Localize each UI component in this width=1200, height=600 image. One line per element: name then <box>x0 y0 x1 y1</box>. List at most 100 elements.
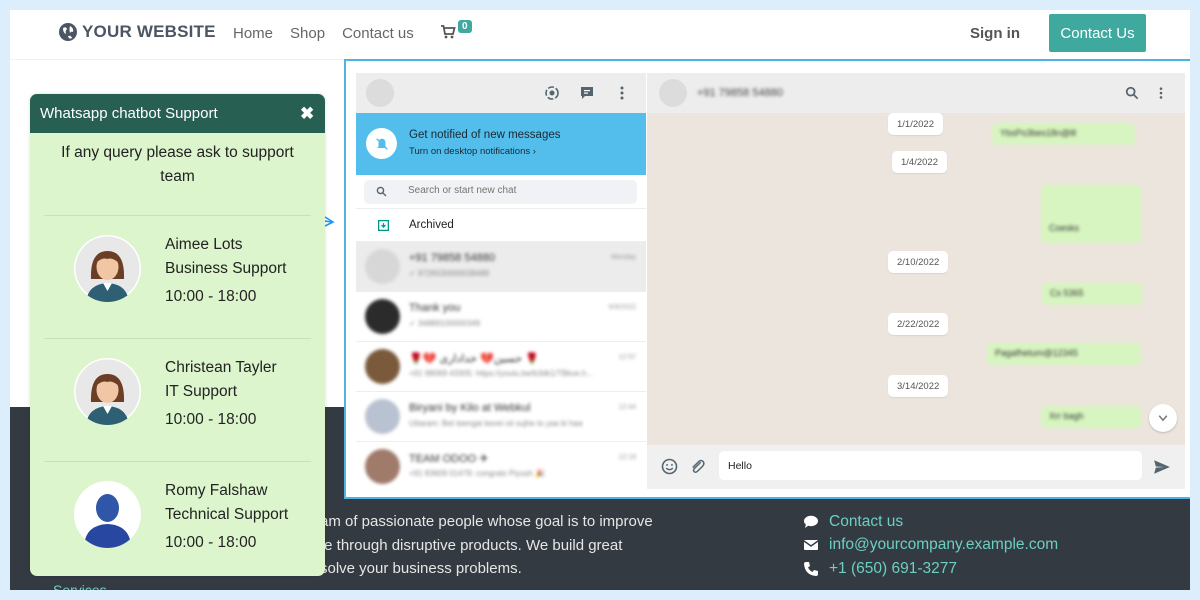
whatsapp-chatbot-widget: Whatsapp chatbot Support ✖ If any query … <box>30 94 325 576</box>
message-bubble: Cs 5365 <box>1042 283 1142 305</box>
search-input[interactable] <box>408 185 608 196</box>
about-line: solve your business problems. <box>320 560 522 577</box>
agent-name: Aimee Lots <box>165 236 243 253</box>
envelope-icon <box>803 540 819 551</box>
whatsapp-web-preview: Get notified of new messages Turn on des… <box>344 59 1190 499</box>
female-avatar-icon <box>74 358 141 425</box>
email-link[interactable]: info@yourcompany.example.com <box>829 536 1058 554</box>
chat-avatar <box>365 399 400 434</box>
cart-button[interactable]: 0 <box>440 20 472 45</box>
chat-search-bar <box>356 175 646 209</box>
chat-avatar <box>365 249 400 284</box>
support-agent-card[interactable]: Christean Tayler IT Support 10:00 - 18:0… <box>44 338 311 461</box>
logo-text: YOUR WEBSITE <box>82 22 216 41</box>
status-icon[interactable] <box>544 85 560 101</box>
agent-hours: 10:00 - 18:00 <box>165 288 257 305</box>
archived-row[interactable]: Archived <box>356 209 646 242</box>
services-link[interactable]: Services <box>53 582 107 590</box>
nav-contact[interactable]: Contact us <box>342 25 414 42</box>
chat-name: TEAM ODOO ✈ <box>409 453 489 465</box>
agent-role: Technical Support <box>165 505 289 523</box>
date-divider: 2/22/2022 <box>888 313 949 335</box>
chat-name: +91 79858 54880 <box>409 252 495 264</box>
support-agent-card[interactable]: Romy Falshaw Technical Support 10:00 - 1… <box>44 461 311 576</box>
chat-name: 🌹💔 حسین💔 خداداری 🌹 <box>409 353 539 365</box>
agent-info: Aimee Lots Business Support 10:00 - 18:0… <box>165 233 287 309</box>
contact-us-button[interactable]: Contact Us <box>1049 14 1146 52</box>
date-divider: 2/10/2022 <box>888 251 949 273</box>
sign-in-link[interactable]: Sign in <box>970 25 1020 42</box>
message-composer: Hello <box>647 445 1185 489</box>
scroll-down-button[interactable] <box>1149 404 1177 432</box>
chat-bubble-icon <box>804 515 818 528</box>
date-divider: 1/1/2022 <box>888 113 943 135</box>
profile-avatar[interactable] <box>366 79 394 107</box>
male-avatar-icon <box>74 481 141 548</box>
chat-avatar <box>365 349 400 384</box>
message-bubble: Coesks <box>1041 185 1141 243</box>
about-line: am of passionate people whose goal is to… <box>320 513 653 530</box>
emoji-icon[interactable] <box>661 458 678 475</box>
search-box[interactable] <box>364 180 637 204</box>
support-agent-card[interactable]: Aimee Lots Business Support 10:00 - 18:0… <box>44 215 311 338</box>
site-logo[interactable]: YOUR WEBSITE <box>58 22 216 42</box>
chat-avatar <box>365 449 400 484</box>
footer-email-row[interactable]: info@yourcompany.example.com <box>803 534 1058 558</box>
date-divider: 3/14/2022 <box>888 375 949 397</box>
about-line: fe through disruptive products. We build… <box>320 536 623 554</box>
message-bubble: Xrr bagh <box>1041 406 1141 428</box>
phone-link[interactable]: +1 (650) 691-3277 <box>829 560 957 578</box>
message-input[interactable]: Hello <box>719 451 1142 480</box>
main-nav: Home Shop Contact us <box>233 25 414 42</box>
footer-contact-row[interactable]: Contact us <box>803 510 1058 534</box>
chat-preview: Uttaram: Bet teengai kevei oii sujhe to … <box>409 419 583 428</box>
agent-info: Romy Falshaw Technical Support 10:00 - 1… <box>165 479 288 555</box>
widget-title: Whatsapp chatbot Support <box>40 105 218 122</box>
paperclip-icon[interactable] <box>689 458 706 475</box>
close-icon[interactable]: ✖ <box>300 104 314 124</box>
chat-avatar <box>365 299 400 334</box>
notification-banner[interactable]: Get notified of new messages Turn on des… <box>356 113 646 175</box>
chat-name: Biryani by Kilo at Webkul <box>409 402 531 414</box>
new-chat-icon[interactable] <box>579 85 595 101</box>
contact-avatar[interactable] <box>659 79 687 107</box>
chat-time: 6/9/2022 <box>608 304 636 311</box>
cart-count-badge: 0 <box>458 20 472 33</box>
phone-icon <box>804 561 818 576</box>
nav-shop[interactable]: Shop <box>290 25 325 42</box>
chat-time: Monday <box>611 254 636 261</box>
chat-preview: ✓ 9726530000038489 <box>409 269 490 278</box>
chat-item[interactable]: +91 79858 54880 ✓ 9726530000038489 Monda… <box>356 242 646 292</box>
chat-item[interactable]: TEAM ODOO ✈ +91 83609 01479: congrats Pi… <box>356 442 646 489</box>
chat-time: 12:44 <box>618 404 636 411</box>
agent-hours: 10:00 - 18:00 <box>165 534 257 551</box>
widget-header: Whatsapp chatbot Support ✖ <box>30 94 325 133</box>
shopping-cart-icon <box>441 25 456 39</box>
chevron-down-icon <box>1158 415 1168 422</box>
chat-time: 12:57 <box>618 354 636 361</box>
globe-icon <box>59 23 77 41</box>
footer-about-text: am of passionate people whose goal is to… <box>320 510 700 581</box>
chat-item[interactable]: 🌹💔 حسین💔 خداداری 🌹 +91 98069 43305: http… <box>356 342 646 392</box>
chat-item[interactable]: Thank you ✓ 34889100000349 6/9/2022 <box>356 292 646 342</box>
menu-dots-icon[interactable] <box>1154 86 1168 100</box>
chat-time: 12:18 <box>618 454 636 461</box>
send-icon[interactable] <box>1153 458 1171 476</box>
message-bubble: Pagafhetum@12345 <box>987 343 1141 365</box>
archived-label: Archived <box>409 219 454 231</box>
nav-home[interactable]: Home <box>233 25 273 42</box>
chat-name: Thank you <box>409 302 461 314</box>
bell-off-icon <box>366 128 397 159</box>
whatsapp-conversation-pane: +91 79858 54880 1/1/2022 YbsPo3bes18n@ll… <box>647 73 1185 489</box>
contact-us-link[interactable]: Contact us <box>829 513 903 531</box>
notification-subtitle[interactable]: Turn on desktop notifications › <box>409 146 536 157</box>
message-bubble: YbsPo3bes18n@lll <box>992 123 1135 145</box>
search-icon[interactable] <box>1125 86 1139 100</box>
chat-item[interactable]: Biryani by Kilo at Webkul Uttaram: Bet t… <box>356 392 646 442</box>
widget-intro-text: If any query please ask to support team <box>61 144 294 185</box>
agent-role: IT Support <box>165 382 238 400</box>
contact-name[interactable]: +91 79858 54880 <box>697 87 783 99</box>
footer-phone-row[interactable]: +1 (650) 691-3277 <box>803 557 1058 581</box>
archive-icon <box>377 219 390 232</box>
menu-dots-icon[interactable] <box>614 85 630 101</box>
